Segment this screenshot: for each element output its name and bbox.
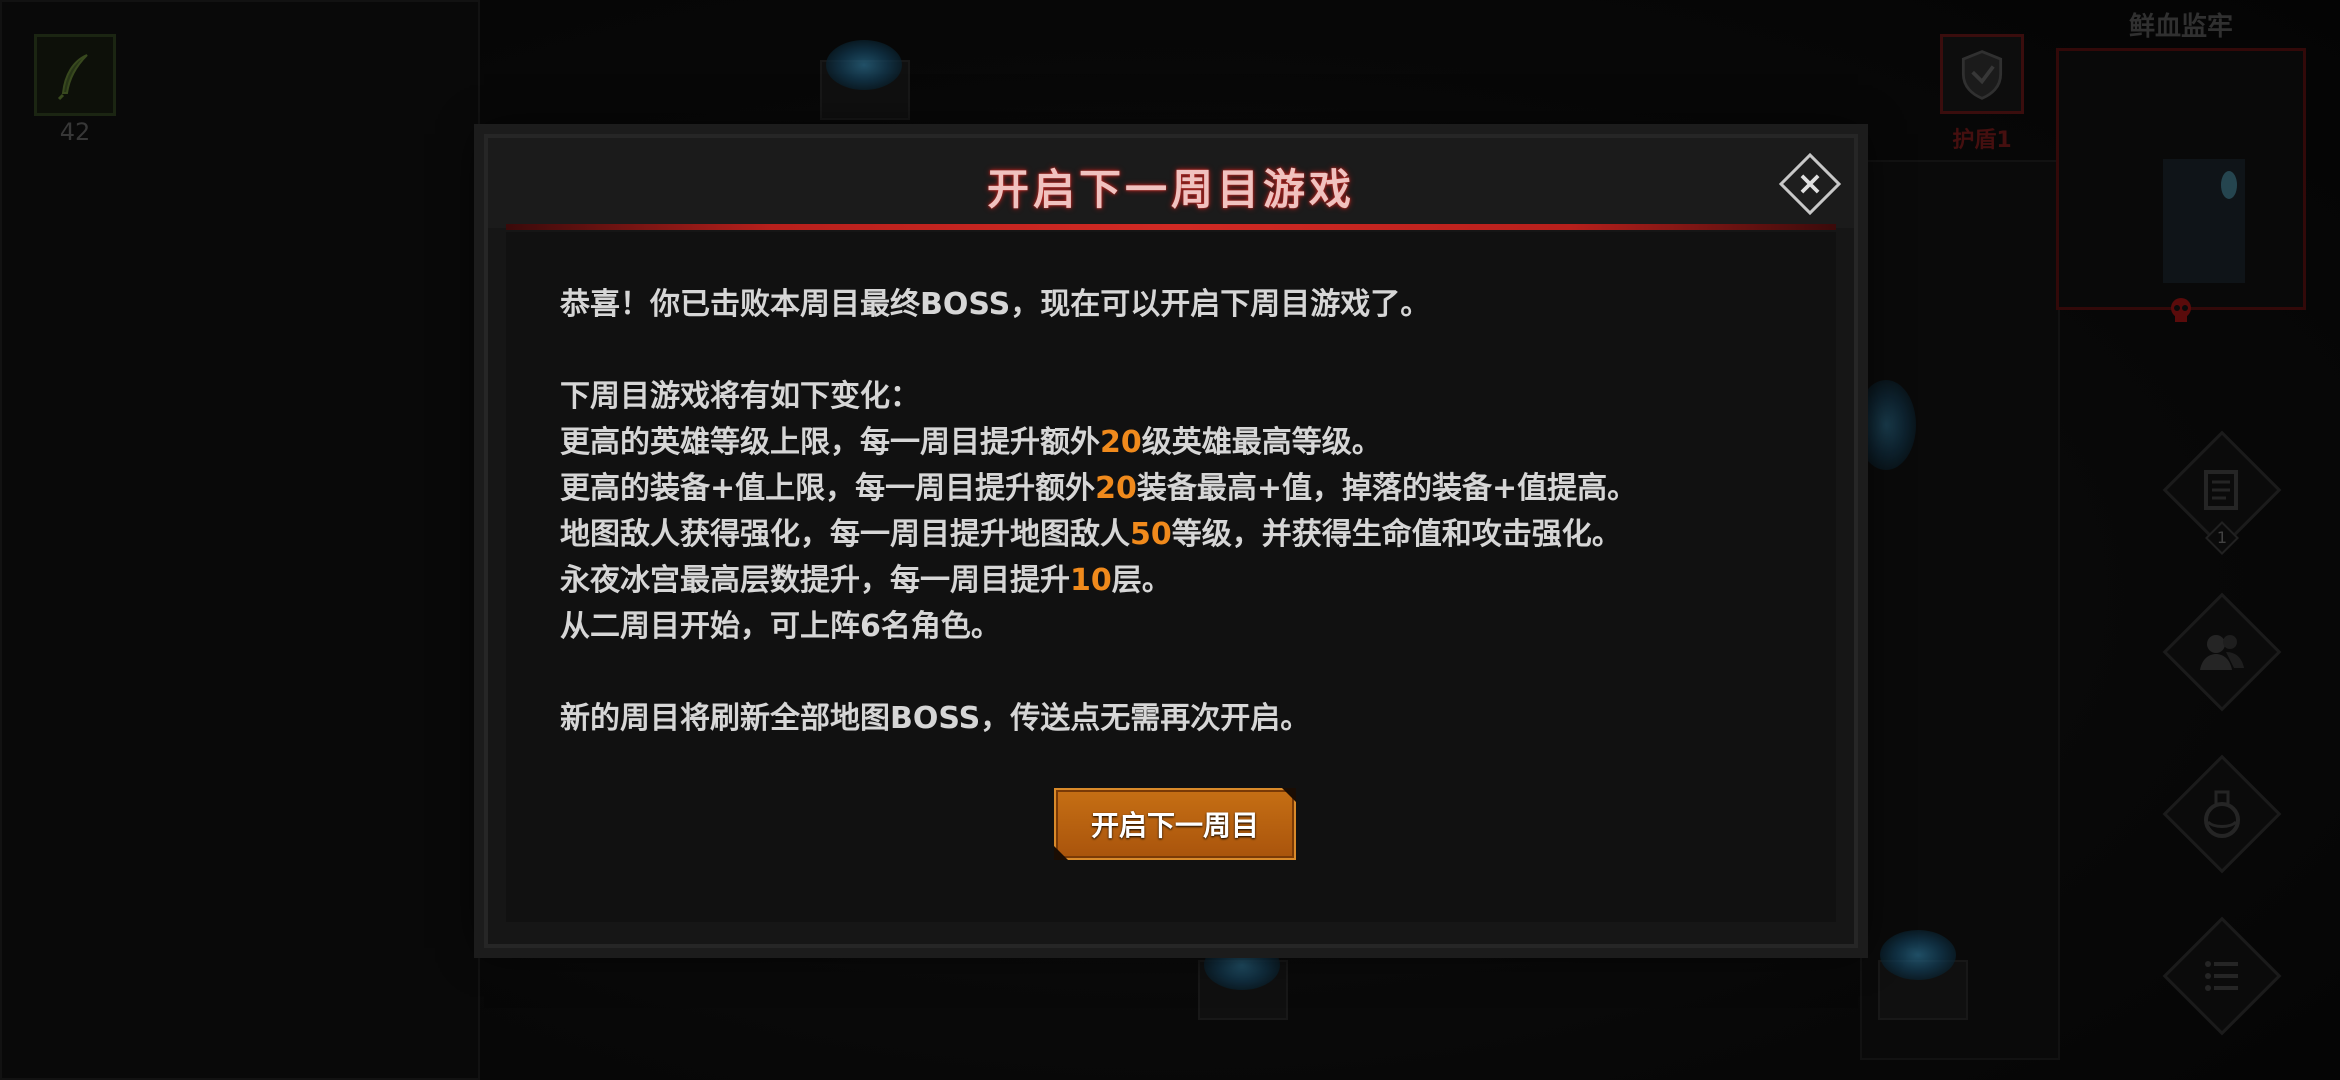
dialog-title: 开启下一周目游戏 — [986, 165, 1355, 214]
change-text: 永夜冰宫最高层数提升，每一周目提升 — [560, 563, 1070, 598]
change-text: 装备最高+值，掉落的装备+值提高。 — [1136, 471, 1638, 506]
changes-header: 下周目游戏将有如下变化： — [560, 379, 920, 414]
change-value: 20 — [1100, 425, 1142, 460]
start-next-cycle-button[interactable]: 开启下一周目 — [1054, 788, 1296, 860]
change-party-size: 从二周目开始，可上阵6名角色。 — [560, 609, 1001, 644]
change-value: 50 — [1130, 517, 1172, 552]
new-game-plus-dialog: 开启下一周目游戏 × 恭喜！你已击败本周目最终BOSS，现在可以开启下周目游戏了… — [484, 134, 1858, 948]
dialog-body: 恭喜！你已击败本周目最终BOSS，现在可以开启下周目游戏了。 下周目游戏将有如下… — [560, 282, 1800, 742]
change-equipment: 更高的装备+值上限，每一周目提升额外20装备最高+值，掉落的装备+值提高。 — [560, 466, 1800, 512]
game-screen: 42 护盾1 鲜血监牢 1 开启下一周目游戏 × 恭喜！你已击败本周目最终BOS… — [0, 0, 2340, 1080]
close-icon: × — [1796, 164, 1824, 202]
close-button[interactable]: × — [1778, 152, 1842, 216]
change-value: 10 — [1070, 563, 1112, 598]
change-value: 20 — [1095, 471, 1137, 506]
intro-line: 恭喜！你已击败本周目最终BOSS，现在可以开启下周目游戏了。 — [560, 287, 1431, 322]
footer-line: 新的周目将刷新全部地图BOSS，传送点无需再次开启。 — [560, 701, 1311, 736]
change-enemies: 地图敌人获得强化，每一周目提升地图敌人50等级，并获得生命值和攻击强化。 — [560, 512, 1800, 558]
change-ice-palace: 永夜冰宫最高层数提升，每一周目提升10层。 — [560, 558, 1800, 604]
change-text: 层。 — [1111, 563, 1172, 598]
change-hero-level: 更高的英雄等级上限，每一周目提升额外20级英雄最高等级。 — [560, 420, 1800, 466]
change-text: 等级，并获得生命值和攻击强化。 — [1171, 517, 1622, 552]
change-text: 更高的装备+值上限，每一周目提升额外 — [560, 471, 1096, 506]
change-text: 更高的英雄等级上限，每一周目提升额外 — [560, 425, 1100, 460]
change-text: 级英雄最高等级。 — [1141, 425, 1382, 460]
change-text: 地图敌人获得强化，每一周目提升地图敌人 — [560, 517, 1130, 552]
header-divider — [506, 224, 1836, 230]
